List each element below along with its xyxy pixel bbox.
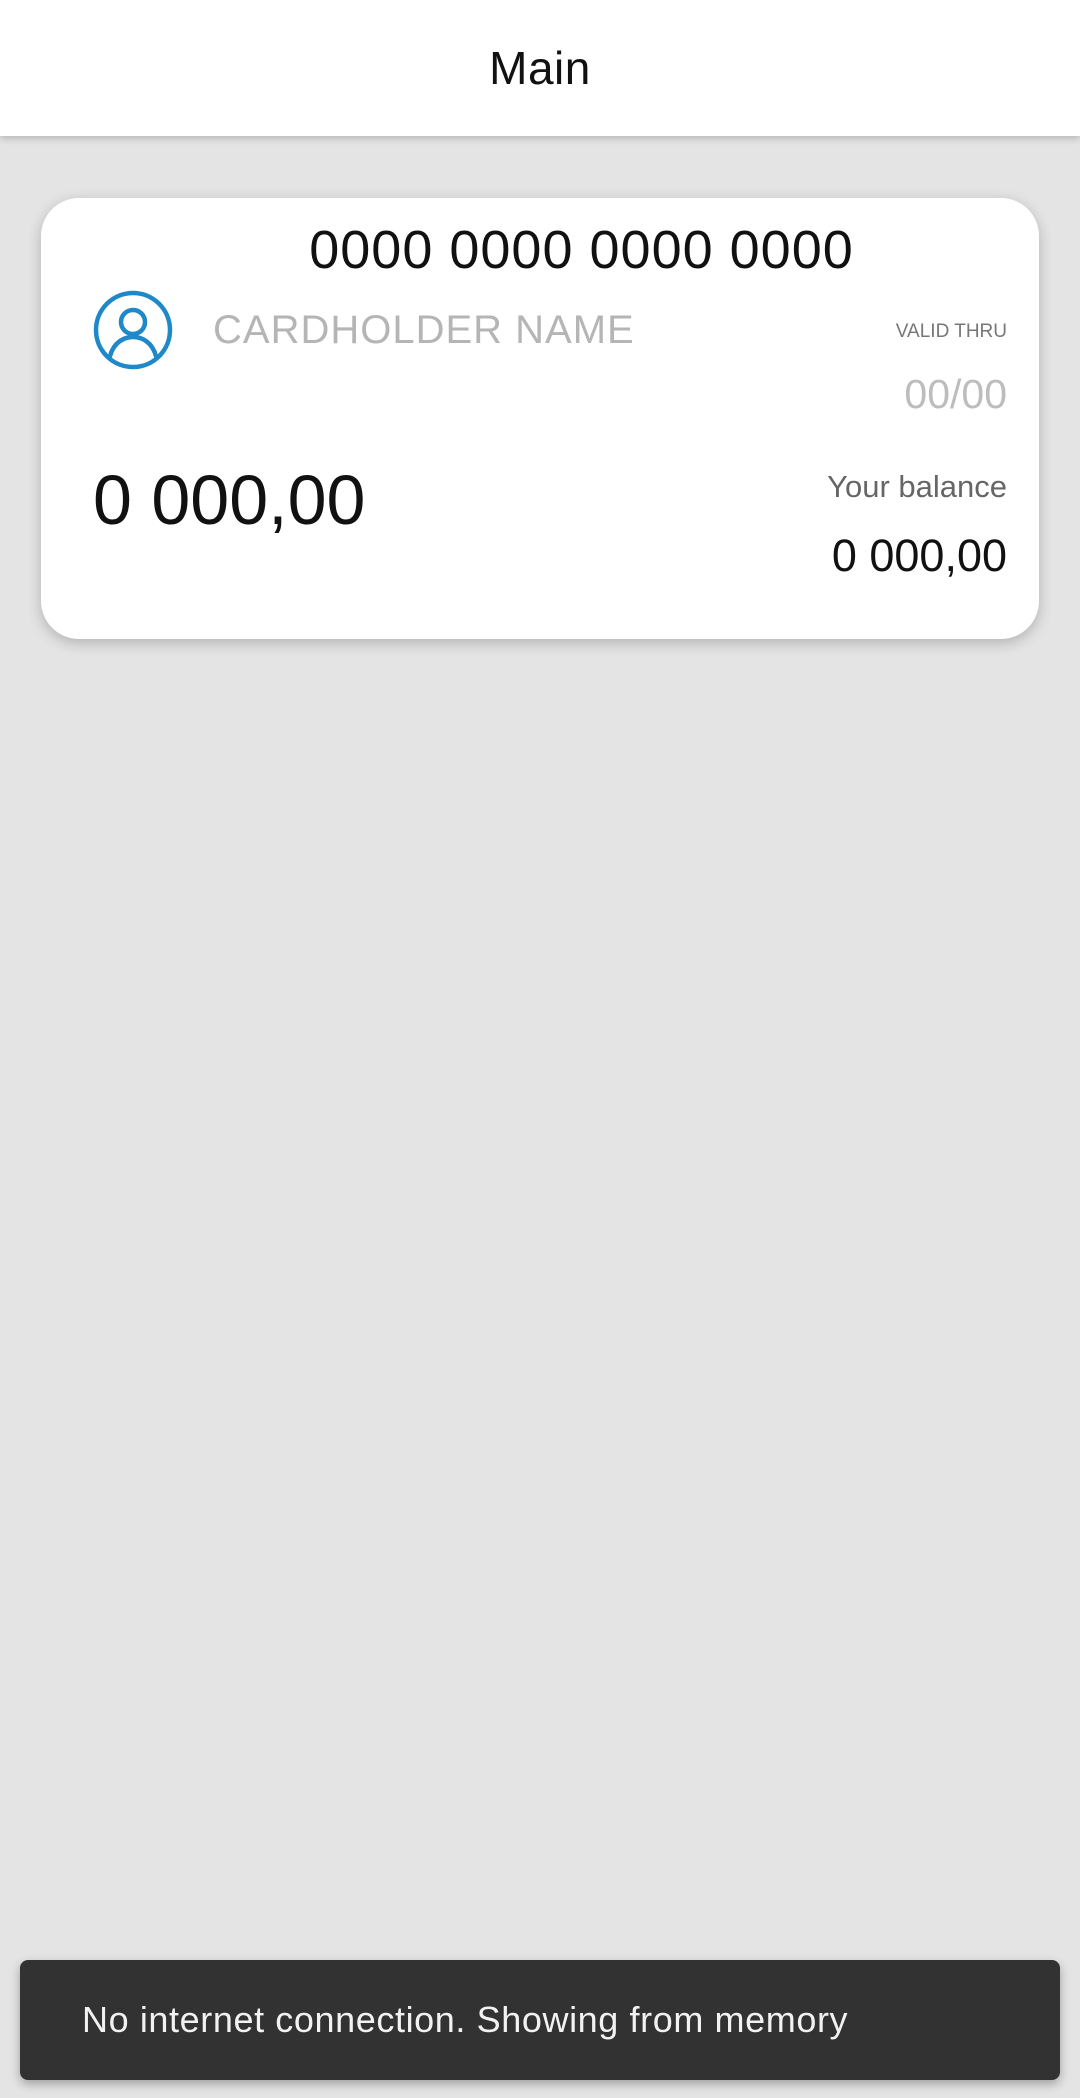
balance-value: 0 000,00: [831, 530, 1007, 581]
valid-thru-label: VALID THRU: [895, 321, 1007, 342]
account-circle-icon: [93, 290, 173, 370]
page-title: Main: [489, 42, 591, 94]
valid-thru-value: 00/00: [904, 371, 1007, 417]
snackbar-message: No internet connection. Showing from mem…: [82, 1999, 849, 2040]
balance-label: Your balance: [827, 469, 1007, 504]
card-amount: 0 000,00: [93, 461, 366, 539]
card-number: 0000 0000 0000 0000: [309, 220, 854, 280]
bank-card[interactable]: 0000 0000 0000 0000 CARDHOLDER NAME VALI…: [41, 198, 1039, 639]
cardholder-name: CARDHOLDER NAME: [213, 308, 635, 352]
app-bar: Main: [0, 0, 1080, 136]
snackbar: No internet connection. Showing from mem…: [20, 1960, 1060, 2080]
